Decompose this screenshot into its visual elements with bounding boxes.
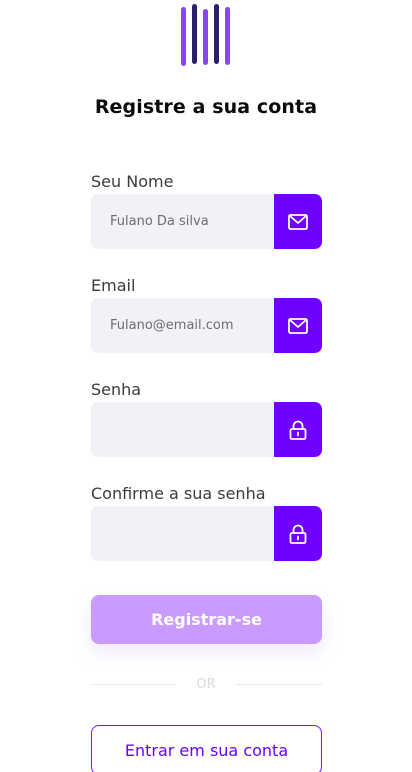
brand-logo [180, 4, 234, 66]
page-title: Registre a sua conta [94, 96, 318, 118]
email-field [91, 298, 322, 353]
lock-icon [289, 420, 307, 440]
logo-bar [181, 7, 186, 66]
confirm-password-input[interactable] [91, 506, 274, 561]
confirm-password-label: Confirme a sua senha [91, 484, 266, 503]
logo-bar [225, 7, 230, 65]
name-icon-box [274, 194, 322, 249]
register-button[interactable]: Registrar-se [91, 595, 322, 644]
lock-icon [289, 524, 307, 544]
mail-icon [288, 213, 308, 230]
divider-right [236, 684, 322, 685]
confirm-password-icon-box [274, 506, 322, 561]
password-field [91, 402, 322, 457]
mail-icon [288, 317, 308, 334]
name-field [91, 194, 322, 249]
email-icon-box [274, 298, 322, 353]
name-input[interactable] [91, 194, 274, 249]
logo-bar [203, 9, 208, 65]
logo-bar [192, 4, 197, 64]
password-icon-box [274, 402, 322, 457]
email-input[interactable] [91, 298, 274, 353]
or-separator: OR [196, 677, 216, 692]
login-button[interactable]: Entrar em sua conta [91, 725, 322, 772]
password-input[interactable] [91, 402, 274, 457]
logo-bar [214, 4, 219, 64]
confirm-password-field [91, 506, 322, 561]
password-label: Senha [91, 380, 142, 399]
name-label: Seu Nome [91, 172, 174, 191]
email-label: Email [91, 276, 136, 295]
